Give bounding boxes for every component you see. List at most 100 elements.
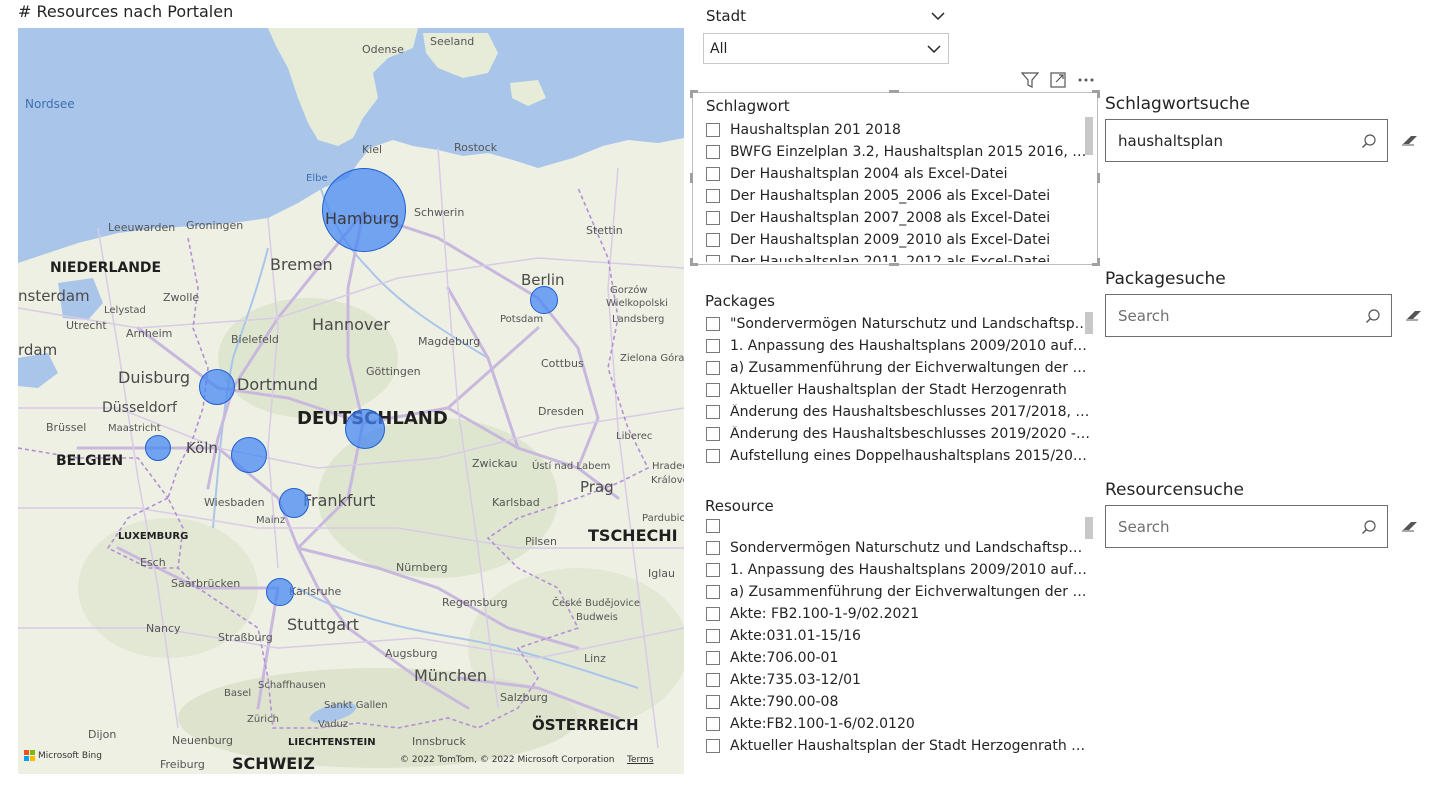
checkbox[interactable]: [706, 739, 720, 753]
checkbox[interactable]: [706, 233, 720, 247]
list-item[interactable]: Akte:031.01-15/16: [706, 625, 1090, 647]
resize-handle[interactable]: [889, 90, 899, 93]
list-item[interactable]: Änderung des Haushaltsbeschlusses 2017/2…: [706, 401, 1090, 423]
list-item[interactable]: 1. Anpassung des Haushaltsplans 2009/201…: [706, 335, 1090, 357]
list-item[interactable]: Akte:FB2.100-1-6/02.0120: [706, 713, 1090, 735]
list-item[interactable]: Haushaltsplan 201 2018: [706, 119, 1090, 141]
checkbox[interactable]: [706, 361, 720, 375]
checkbox[interactable]: [706, 211, 720, 225]
list-item[interactable]: Änderung des Haushaltsbeschlusses 2019/2…: [706, 423, 1090, 445]
checkbox[interactable]: [706, 607, 720, 621]
map-bubble[interactable]: [345, 409, 385, 449]
resize-handle[interactable]: [1097, 90, 1100, 98]
checkbox[interactable]: [706, 123, 720, 137]
list-item[interactable]: [706, 515, 1090, 537]
checkbox[interactable]: [706, 651, 720, 665]
map-label-tschechien: TSCHECHI: [588, 526, 678, 545]
list-item[interactable]: Akte:790.00-08: [706, 691, 1090, 713]
checkbox[interactable]: [706, 255, 720, 262]
checkbox[interactable]: [706, 541, 720, 555]
list-item[interactable]: Sondervermögen Naturschutz und Landschaf…: [706, 537, 1090, 559]
resourcensuche-input[interactable]: [1118, 517, 1338, 536]
list-item[interactable]: Aktueller Haushaltsplan der Stadt Herzog…: [706, 735, 1090, 755]
checkbox[interactable]: [706, 585, 720, 599]
list-item[interactable]: Akte:706.00-01: [706, 647, 1090, 669]
map-bubble[interactable]: [279, 488, 309, 518]
checkbox[interactable]: [706, 145, 720, 159]
map-label-rostock: Rostock: [454, 141, 498, 154]
map-label-schaffhausen: Schaffhausen: [258, 680, 326, 691]
scrollbar[interactable]: [1085, 517, 1093, 539]
list-item[interactable]: Der Haushaltsplan 2005_2006 als Excel-Da…: [706, 185, 1090, 207]
list-item[interactable]: Akte:735.03-12/01: [706, 669, 1090, 691]
resize-handle[interactable]: [1097, 258, 1100, 266]
map-label-magdeburg: Magdeburg: [418, 335, 481, 348]
list-item[interactable]: Der Haushaltsplan 2009_2010 als Excel-Da…: [706, 229, 1090, 251]
map-bubble[interactable]: [266, 578, 294, 606]
checkbox[interactable]: [706, 167, 720, 181]
map-bubble[interactable]: [145, 435, 171, 461]
resource-list[interactable]: Sondervermögen Naturschutz und Landschaf…: [706, 515, 1090, 755]
list-item[interactable]: Der Haushaltsplan 2007_2008 als Excel-Da…: [706, 207, 1090, 229]
map-bubble[interactable]: [231, 437, 267, 473]
resize-handle[interactable]: [889, 263, 899, 266]
list-item[interactable]: Akte: FB2.100-1-9/02.2021: [706, 603, 1090, 625]
packagesuche-box[interactable]: [1105, 294, 1392, 337]
resize-handle[interactable]: [690, 258, 693, 266]
list-item[interactable]: BWFG Einzelplan 3.2, Haushaltsplan 2015 …: [706, 141, 1090, 163]
checkbox[interactable]: [706, 717, 720, 731]
map-label-hamburg: Hamburg: [325, 209, 400, 228]
packages-list[interactable]: "Sondervermögen Naturschutz und Landscha…: [706, 313, 1090, 471]
checkbox[interactable]: [706, 405, 720, 419]
packagesuche-input[interactable]: [1118, 306, 1338, 325]
eraser-icon[interactable]: [1401, 133, 1419, 147]
chevron-down-icon[interactable]: [930, 8, 946, 24]
map-terms-link[interactable]: Terms: [627, 755, 654, 765]
resize-handle[interactable]: [690, 173, 693, 183]
checkbox[interactable]: [706, 673, 720, 687]
more-options-icon[interactable]: [1077, 77, 1095, 83]
checkbox[interactable]: [706, 427, 720, 441]
map-bubble[interactable]: [530, 286, 558, 314]
checkbox[interactable]: [706, 317, 720, 331]
list-item[interactable]: Aufstellung eines Doppelhaushaltsplans 2…: [706, 445, 1090, 467]
checkbox[interactable]: [706, 563, 720, 577]
scrollbar[interactable]: [1085, 117, 1093, 155]
schlagwort-list[interactable]: Haushaltsplan 201 2018 BWFG Einzelplan 3…: [706, 119, 1090, 262]
focus-mode-icon[interactable]: [1050, 72, 1066, 88]
search-icon[interactable]: [1365, 308, 1381, 324]
list-item[interactable]: 1. Anpassung des Haushaltsplans 2009/201…: [706, 559, 1090, 581]
checkbox[interactable]: [706, 449, 720, 463]
eraser-icon[interactable]: [1405, 308, 1423, 322]
schlagwortsuche-box[interactable]: [1105, 119, 1388, 162]
list-item-label: a) Zusammenführung der Eichverwaltungen …: [730, 360, 1090, 376]
search-icon[interactable]: [1361, 519, 1377, 535]
map-label-dijon: Dijon: [88, 728, 117, 741]
list-item[interactable]: Der Haushaltsplan 2004 als Excel-Datei: [706, 163, 1090, 185]
checkbox[interactable]: [706, 339, 720, 353]
filter-icon[interactable]: [1021, 72, 1039, 88]
schlagwortsuche-input[interactable]: [1118, 131, 1338, 150]
list-item[interactable]: Aktueller Haushaltsplan der Stadt Herzog…: [706, 379, 1090, 401]
resize-handle[interactable]: [690, 90, 693, 98]
eraser-icon[interactable]: [1401, 519, 1419, 533]
checkbox[interactable]: [706, 629, 720, 643]
list-item[interactable]: "Sondervermögen Naturschutz und Landscha…: [706, 313, 1090, 335]
scrollbar[interactable]: [1085, 312, 1093, 334]
map-bubble[interactable]: [199, 369, 235, 405]
list-item[interactable]: a) Zusammenführung der Eichverwaltungen …: [706, 357, 1090, 379]
resize-handle[interactable]: [1097, 173, 1100, 183]
checkbox[interactable]: [706, 189, 720, 203]
packagesuche-title: Packagesuche: [1105, 269, 1226, 289]
stadt-dropdown[interactable]: All: [703, 33, 949, 64]
resourcensuche-box[interactable]: [1105, 505, 1388, 548]
checkbox[interactable]: [706, 383, 720, 397]
map-label-saarbruecken: Saarbrücken: [171, 577, 241, 590]
checkbox[interactable]: [706, 695, 720, 709]
list-item[interactable]: a) Zusammenführung der Eichverwaltungen …: [706, 581, 1090, 603]
map-visual[interactable]: Odense Seeland Nordsee Kiel Rostock Elbe…: [18, 28, 684, 774]
bing-logo: Microsoft Bing: [24, 750, 102, 761]
search-icon[interactable]: [1361, 133, 1377, 149]
list-item[interactable]: Der Haushaltsplan 2011_2012 als Excel-Da…: [706, 251, 1090, 262]
checkbox[interactable]: [706, 519, 720, 533]
